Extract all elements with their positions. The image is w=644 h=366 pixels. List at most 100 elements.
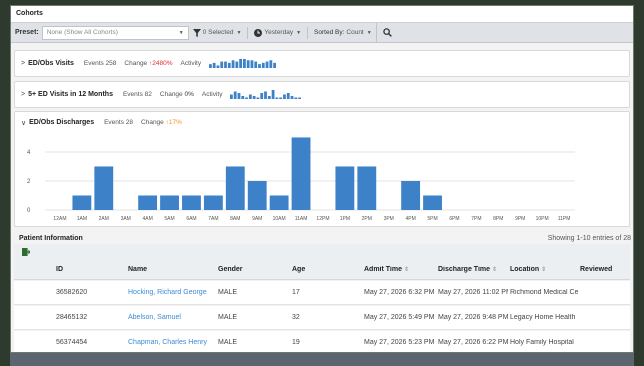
change-label: Change — [124, 60, 148, 67]
sparkline-bar — [249, 94, 253, 99]
page-title: Cohorts — [11, 6, 633, 23]
divider — [247, 26, 249, 39]
sparkline-bar — [283, 94, 287, 99]
x-tick-label: 3AM — [121, 216, 131, 222]
chevron-right-icon: > — [21, 60, 26, 67]
column-header-admit-time[interactable]: Admit Time ⇕ — [364, 266, 436, 273]
discharge-time-label: Discharge Time — [438, 266, 491, 273]
chevron-down-icon: ▼ — [366, 29, 372, 36]
filter-toolbar: Preset: None (Show All Cohorts) ▼ 0 Sele… — [11, 22, 633, 43]
change-label: Change — [141, 119, 164, 126]
patient-name-link[interactable]: Chapman, Charles Henry — [128, 339, 207, 346]
cell-location: Richmond Medical Center — [510, 289, 578, 296]
table-row[interactable]: 28465132 Abelson, Samuel MALE 32 May 27,… — [14, 306, 630, 330]
cell-gender: MALE — [218, 289, 238, 296]
sparkline-bar — [287, 93, 291, 99]
cell-discharge-time: May 27, 2026 11:02 PM — [438, 289, 508, 296]
cell-gender: MALE — [218, 314, 238, 321]
x-tick-label: 12AM — [53, 216, 66, 222]
change-indicator: Change ↑2480% — [124, 60, 172, 67]
date-label: Yesterday — [264, 29, 294, 36]
x-tick-label: 5AM — [164, 216, 174, 222]
x-tick-label: 12PM — [316, 216, 329, 222]
table-row[interactable]: 36582620 Hocking, Richard George MALE 17… — [14, 281, 630, 305]
sparkline-bar — [269, 60, 273, 68]
cell-age: 19 — [292, 339, 300, 346]
bottom-bar — [10, 353, 634, 366]
discharges-bar-chart: 0 2 4 12AM 1AM 2AM 3AM 4AM 5AM 6AM 7AM 8AM 9AM 10AM 11… — [27, 137, 575, 222]
sparkline-bar — [253, 96, 257, 99]
sparkline-bar — [238, 93, 241, 99]
chart-bar — [182, 195, 201, 210]
cell-location: Holy Family Hospital — [510, 339, 574, 346]
x-tick-label: 8AM — [230, 216, 240, 222]
events-count: Events 258 — [83, 60, 117, 67]
sparkline-bar — [264, 91, 268, 99]
cohort-panel-5-ed-visits[interactable]: > 5+ ED Visits in 12 Months Events 82 Ch… — [14, 81, 630, 108]
activity-sparkline — [230, 90, 302, 99]
sparkline-bar — [258, 64, 261, 68]
search-button[interactable] — [375, 22, 398, 43]
y-tick-label: 0 — [27, 208, 31, 214]
sparkline-bar — [294, 97, 298, 99]
x-tick-label: 9PM — [515, 216, 525, 222]
x-tick-label: 2PM — [362, 216, 372, 222]
column-header-age[interactable]: Age — [292, 266, 305, 273]
chart-bar — [401, 180, 421, 210]
sparkline-bar — [273, 62, 277, 68]
sparkline-bar — [227, 62, 231, 68]
chart-bar — [335, 166, 355, 210]
chevron-down-icon: ▼ — [296, 29, 302, 36]
sparkline-bar — [265, 61, 269, 68]
preset-select[interactable]: None (Show All Cohorts) ▼ — [41, 25, 189, 40]
cohorts-window: Cohorts Preset: None (Show All Cohorts) … — [10, 5, 634, 353]
chart-bar — [269, 195, 289, 210]
sparkline-bar — [260, 93, 264, 99]
patient-name-link[interactable]: Hocking, Richard George — [128, 289, 207, 296]
column-header-name[interactable]: Name — [128, 266, 147, 273]
column-header-reviewed[interactable]: Reviewed — [580, 266, 612, 273]
column-header-discharge-time[interactable]: Discharge Time ⇕ — [438, 266, 508, 273]
events-count: Events 82 — [122, 91, 152, 98]
cell-location: Legacy Home Health — [510, 314, 576, 321]
x-tick-label: 8PM — [493, 216, 503, 222]
activity-label: Activity — [180, 60, 202, 67]
cell-id: 28465132 — [56, 314, 88, 321]
column-header-location[interactable]: Location ⇕ — [510, 266, 578, 273]
chevron-down-icon: ∨ — [21, 119, 27, 127]
sparkline-bar — [261, 62, 265, 68]
cell-discharge-time: May 27, 2026 9:48 PM — [438, 314, 508, 321]
patient-name-link[interactable]: Abelson, Samuel — [128, 314, 181, 321]
cohort-panel-ed-obs-visits[interactable]: > ED/Obs Visits Events 258 Change ↑2480%… — [14, 50, 630, 77]
x-tick-label: 1PM — [340, 216, 350, 222]
chart-bar — [357, 166, 377, 210]
cell-admit-time: May 27, 2026 6:32 PM — [364, 289, 435, 296]
x-tick-label: 4AM — [142, 216, 152, 222]
sort-prefix: Sorted By: — [314, 29, 345, 36]
cohort-panel-ed-obs-discharges[interactable]: ∨ ED/Obs Discharges Events 28 Change ↑17… — [14, 111, 630, 227]
activity-sparkline — [209, 59, 277, 68]
location-label: Location — [510, 266, 540, 273]
x-tick-label: 1AM — [77, 216, 87, 222]
selected-filter-button[interactable]: 0 Selected ▼ — [189, 26, 246, 40]
sparkline-bar — [243, 59, 246, 68]
sort-icon: ⇕ — [492, 267, 498, 273]
cell-id: 36582620 — [56, 289, 88, 296]
column-header-gender[interactable]: Gender — [218, 266, 243, 273]
sparkline-bar — [231, 60, 235, 68]
sparkline-bar — [250, 60, 254, 68]
column-header-id[interactable]: ID — [56, 266, 63, 273]
x-tick-label: 11AM — [295, 216, 308, 222]
table-row[interactable]: 56374454 Chapman, Charles Henry MALE 19 … — [14, 331, 630, 352]
sparkline-bar — [279, 97, 283, 99]
x-tick-label: 7AM — [208, 216, 218, 222]
export-excel-icon[interactable] — [22, 248, 30, 256]
cohort-title: ED/Obs Visits — [28, 60, 74, 67]
sparkline-bar — [245, 97, 249, 99]
x-tick-label: 6AM — [186, 216, 196, 222]
change-value: 17% — [168, 119, 182, 126]
sparkline-bar — [298, 97, 302, 99]
date-range-button[interactable]: Yesterday ▼ — [250, 26, 305, 40]
sort-value: Count — [346, 29, 364, 36]
sort-button[interactable]: Sorted By: Count ▼ — [310, 26, 376, 40]
